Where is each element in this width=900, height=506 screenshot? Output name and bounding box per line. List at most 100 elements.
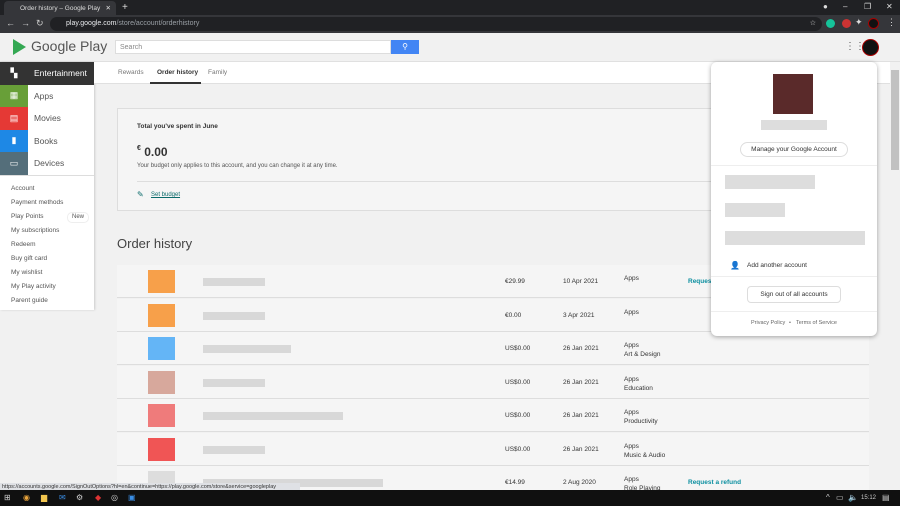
add-account-button[interactable]: Add another account	[747, 262, 807, 269]
address-bar[interactable]: play.google.com/store/account/orderhisto…	[50, 17, 822, 31]
sidebar-category[interactable]: ▭ Devices	[0, 152, 94, 175]
sidebar-link[interactable]: Account	[0, 182, 94, 196]
app-icon[interactable]: ◎	[111, 493, 118, 502]
request-refund-link[interactable]: Request a refund	[688, 479, 741, 486]
sidebar-link[interactable]: Payment methods	[0, 196, 94, 210]
device-icon: ▭	[0, 152, 28, 175]
order-price: €29.99	[505, 278, 525, 285]
mail-icon[interactable]: ✉	[59, 493, 66, 502]
profile-icon[interactable]: ●	[823, 2, 828, 11]
google-play-logo[interactable]: Google Play	[13, 38, 107, 56]
request-refund-link[interactable]: Request	[688, 278, 714, 285]
apps-icon: ▦	[0, 84, 28, 107]
sidebar-link[interactable]: My Play activity	[0, 280, 94, 294]
account-item[interactable]	[725, 203, 785, 217]
divider	[711, 276, 877, 277]
sidebar-link[interactable]: Parent guide	[0, 294, 94, 308]
order-date: 2 Aug 2020	[563, 479, 596, 486]
sign-out-button[interactable]: Sign out of all accounts	[747, 286, 841, 303]
new-tab-button[interactable]: +	[122, 2, 128, 13]
extension-icon[interactable]	[842, 19, 851, 28]
maximize-button[interactable]: ❐	[864, 2, 871, 11]
grid-icon: ▚	[0, 62, 28, 85]
app-name-redacted	[203, 278, 265, 286]
clock[interactable]: 15:12	[861, 495, 876, 501]
close-tab-icon[interactable]: ✕	[106, 4, 111, 12]
order-row[interactable]: US$0.00 26 Jan 2021 Apps Art & Design	[117, 332, 869, 365]
terms-link[interactable]: Terms of Service	[796, 320, 837, 326]
sidebar-link[interactable]: Play Points New	[0, 210, 94, 224]
sidebar-link[interactable]: My subscriptions	[0, 224, 94, 238]
search-button[interactable]: ⚲	[391, 40, 419, 54]
steam-icon[interactable]: ⚙	[76, 493, 83, 502]
windows-start-icon[interactable]: ⊞	[4, 493, 11, 502]
puzzle-extensions-icon[interactable]: ✦	[855, 17, 863, 28]
sidebar-link[interactable]: My wishlist	[0, 266, 94, 280]
back-icon[interactable]: ←	[6, 18, 15, 28]
search-icon: ⚲	[402, 42, 408, 51]
manage-account-button[interactable]: Manage your Google Account	[740, 142, 848, 157]
set-budget-link[interactable]: Set budget	[151, 192, 180, 198]
tab-rewards[interactable]: Rewards	[118, 69, 144, 76]
account-avatar[interactable]	[862, 39, 879, 56]
close-window-button[interactable]: ✕	[886, 2, 893, 11]
browser-tab[interactable]: Order history – Google Play ✕	[4, 1, 116, 15]
order-date: 3 Apr 2021	[563, 311, 595, 319]
scrollbar-thumb[interactable]	[891, 70, 899, 170]
sidebar-category[interactable]: ▮ Books	[0, 129, 94, 152]
sidebar-link[interactable]: Buy gift card	[0, 252, 94, 266]
app-thumbnail	[148, 370, 175, 394]
tray-chevron-icon[interactable]: ^	[826, 493, 830, 502]
order-row[interactable]: US$0.00 26 Jan 2021 Apps Music & Audio	[117, 432, 869, 466]
book-icon: ▮	[0, 129, 28, 152]
file-explorer-icon[interactable]: ▆	[41, 493, 47, 502]
app-thumbnail	[148, 270, 175, 293]
order-price: €14.99	[505, 479, 525, 486]
privacy-link[interactable]: Privacy Policy	[751, 320, 785, 326]
app-icon[interactable]: ◆	[95, 493, 101, 502]
sidebar-category[interactable]: ▚ Entertainment	[0, 62, 94, 85]
separator-dot: •	[789, 320, 791, 326]
category-label: Devices	[28, 152, 94, 175]
order-date: 26 Jan 2021	[563, 345, 599, 352]
app-thumbnail	[148, 337, 175, 360]
outlook-icon[interactable]: ▣	[128, 493, 136, 502]
menu-kebab-icon[interactable]: ⋮	[887, 17, 896, 28]
account-item[interactable]	[725, 175, 815, 189]
order-category: Apps	[624, 275, 639, 282]
app-name-redacted	[203, 378, 265, 387]
category-label: Movies	[28, 107, 94, 130]
bookmark-star-icon[interactable]: ☆	[810, 19, 816, 27]
order-price: US$0.00	[505, 378, 531, 386]
play-logo-icon	[13, 39, 26, 56]
minimize-button[interactable]: –	[843, 2, 847, 11]
volume-icon[interactable]: 🔈	[848, 493, 858, 502]
sidebar-category[interactable]: ▦ Apps	[0, 84, 94, 107]
grammarly-extension-icon[interactable]	[826, 19, 835, 28]
search-input[interactable]: Search	[115, 40, 391, 54]
chrome-icon[interactable]: ◉	[23, 493, 30, 502]
app-thumbnail	[148, 303, 175, 327]
tab-title: Order history – Google Play	[20, 5, 101, 12]
tab-family[interactable]: Family	[208, 69, 227, 76]
app-name-redacted	[203, 311, 265, 320]
order-category: Apps Education	[624, 375, 653, 392]
sidebar-category[interactable]: ▤ Movies	[0, 107, 94, 130]
url-host: play.google.com	[66, 20, 117, 27]
budget-note: Your budget only applies to this account…	[137, 163, 338, 169]
profile-avatar-icon[interactable]	[868, 18, 879, 29]
account-item[interactable]	[725, 231, 865, 245]
order-row[interactable]: US$0.00 26 Jan 2021 Apps Productivity	[117, 399, 869, 432]
reload-icon[interactable]: ↻	[36, 18, 44, 29]
app-thumbnail	[148, 437, 175, 461]
app-thumbnail	[148, 404, 175, 427]
tab-order-history[interactable]: Order history	[157, 69, 198, 76]
order-category: Apps Music & Audio	[624, 442, 666, 459]
network-icon[interactable]: ▭	[836, 493, 844, 502]
forward-icon[interactable]: →	[21, 18, 30, 28]
order-row[interactable]: US$0.00 26 Jan 2021 Apps Education	[117, 365, 869, 399]
account-name-redacted	[761, 120, 827, 130]
sidebar-link[interactable]: Redeem	[0, 238, 94, 252]
add-person-icon: 👤	[730, 261, 740, 270]
notifications-icon[interactable]: ▤	[882, 493, 890, 502]
